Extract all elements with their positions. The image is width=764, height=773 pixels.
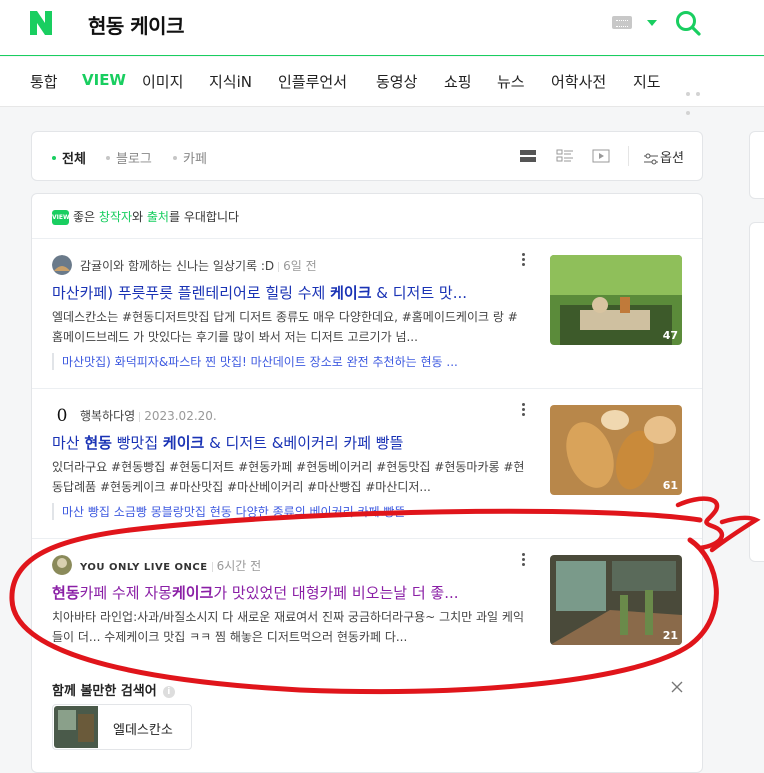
result-thumbnail[interactable]: 61 [550, 405, 682, 495]
more-options-icon[interactable] [522, 253, 525, 267]
result-author[interactable]: 행복하다영 2023.02.20. [80, 407, 217, 424]
side-panel-top [749, 131, 764, 199]
tab-news[interactable]: 뉴스 [497, 71, 525, 92]
svg-text:0: 0 [57, 406, 68, 425]
thumbnail-view-icon[interactable] [556, 148, 574, 164]
result-title[interactable]: 현동카페 수제 자몽케이크가 맛있었던 대형카페 비오는날 더 좋... [52, 582, 522, 603]
result-thumbnail[interactable]: 47 [550, 255, 682, 345]
side-panel-bottom [749, 222, 764, 562]
result-title[interactable]: 마산카페) 푸릇푸릇 플렌테리어로 힐링 수제 케이크 & 디저트 맛... [52, 282, 522, 303]
options-icon [644, 153, 658, 164]
search-tabs: 통합 VIEW 이미지 지식iN 인플루언서 동영상 쇼핑 뉴스 어학사전 지도 [0, 57, 764, 115]
result-description[interactable]: 치아바타 라인업:사과/바질소시지 다 새로운 재료여서 진짜 궁금하더라구용~… [52, 607, 527, 647]
result-description[interactable]: 있더라구요 #현동빵집 #현동디저트 #현동카페 #현동베이커리 #현동맛집 #… [52, 457, 527, 497]
tab-images[interactable]: 이미지 [142, 71, 183, 92]
result-item: 감귤이와 함께하는 신나는 일상기록 :D 6일 전 마산카페) 푸릇푸릇 플렌테… [32, 238, 702, 388]
view-banner: VIEW 좋은 창작자와 출처를 우대합니다 [52, 210, 240, 225]
avatar[interactable] [52, 255, 72, 275]
related-searches-title: 함께 볼만한 검색어 i [52, 680, 175, 699]
related-post-link[interactable]: 마산 빵집 소금빵 몽블랑맛집 현동 다양한 종류의 베이커리 카페 빵뜰 [52, 503, 527, 520]
list-view-icon[interactable] [519, 148, 537, 164]
view-results: VIEW 좋은 창작자와 출처를 우대합니다 감귤이와 함께하는 신나는 일상기록… [31, 193, 703, 773]
naver-logo-icon[interactable] [30, 11, 52, 35]
related-search-thumbnail [54, 706, 98, 748]
tab-map[interactable]: 지도 [633, 71, 661, 92]
result-item: 0 행복하다영 2023.02.20. 마산 현동 빵맛집 케이크 & 디저트 &… [32, 388, 702, 538]
filter-bar: 전체 블로그 카페 옵션 [31, 131, 703, 181]
result-description[interactable]: 엘데스칸소는 #현동디저트맛집 답게 디저트 종류도 매우 다양한데요, #홈메… [52, 307, 527, 347]
related-post-link[interactable]: 마산맛집) 화덕피자&파스타 찐 맛집! 마산데이트 장소로 완전 추천하는 현… [52, 353, 527, 370]
filter-blog[interactable]: 블로그 [106, 148, 152, 167]
more-options-icon[interactable] [522, 403, 525, 417]
keyboard-icon[interactable] [612, 16, 632, 29]
more-tabs-icon[interactable] [686, 81, 714, 115]
result-title[interactable]: 마산 현동 빵맛집 케이크 & 디저트 &베이커리 카페 빵뜰 [52, 432, 522, 453]
close-icon[interactable] [670, 680, 684, 694]
result-author[interactable]: 감귤이와 함께하는 신나는 일상기록 :D 6일 전 [80, 257, 317, 274]
search-header: 현동 케이크 [0, 0, 764, 56]
result-author[interactable]: YOU ONLY LIVE ONCE 6시간 전 [80, 557, 261, 574]
tab-influencer[interactable]: 인플루언서 [278, 71, 347, 92]
filter-cafe[interactable]: 카페 [173, 148, 207, 167]
tab-all[interactable]: 통합 [30, 71, 58, 92]
caret-down-icon[interactable] [647, 20, 657, 26]
tab-shopping[interactable]: 쇼핑 [444, 71, 472, 92]
tab-video[interactable]: 동영상 [376, 71, 417, 92]
avatar[interactable]: 0 [52, 405, 72, 425]
filter-all[interactable]: 전체 [52, 148, 86, 167]
avatar[interactable] [52, 555, 72, 575]
tab-dictionary[interactable]: 어학사전 [551, 71, 606, 92]
more-options-icon[interactable] [522, 553, 525, 567]
view-badge-icon: VIEW [52, 210, 70, 225]
search-icon[interactable] [675, 10, 701, 36]
related-search-chip[interactable]: 엘데스칸소 [52, 704, 192, 750]
tab-view[interactable]: VIEW [82, 71, 126, 89]
info-icon[interactable]: i [162, 685, 175, 698]
result-thumbnail[interactable]: 21 [550, 555, 682, 645]
result-item: YOU ONLY LIVE ONCE 6시간 전 현동카페 수제 자몽케이크가 맛… [32, 538, 702, 688]
options-button[interactable]: 옵션 [644, 147, 684, 166]
video-view-icon[interactable] [592, 148, 610, 164]
tab-kin[interactable]: 지식iN [209, 71, 252, 92]
search-query[interactable]: 현동 케이크 [88, 10, 184, 39]
